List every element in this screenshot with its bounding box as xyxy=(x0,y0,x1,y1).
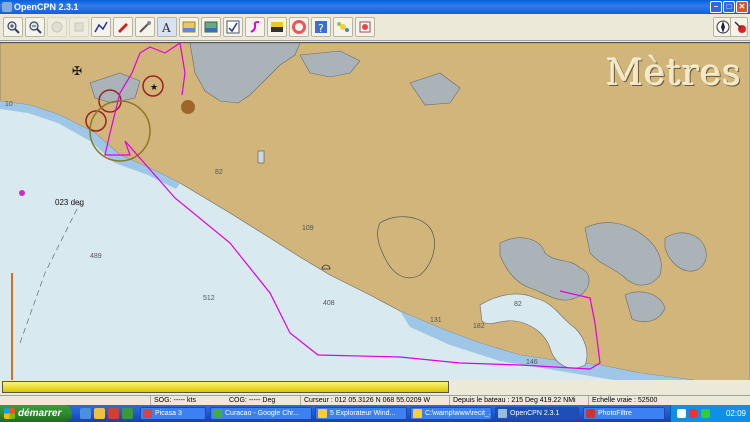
windows-taskbar: démarrer Picasa 3 Curacao - Google Chr...… xyxy=(0,405,750,422)
zoom-out-button[interactable] xyxy=(25,17,45,37)
minimize-button[interactable]: – xyxy=(710,1,722,13)
quicklaunch-icon[interactable] xyxy=(80,408,91,419)
status-bar: SOG: ----- kts COG: ----- Deg Curseur : … xyxy=(0,395,750,406)
clock: 02:09 xyxy=(725,409,746,418)
chart-progress-bar xyxy=(2,381,449,393)
taskbar-button-label: OpenCPN 2.3.1 xyxy=(510,410,560,417)
depth-sounding: 131 xyxy=(430,317,442,324)
depth-sounding: 489 xyxy=(90,253,102,260)
svg-text:✠: ✠ xyxy=(72,64,82,78)
print-icon xyxy=(359,21,371,33)
route-manager-button[interactable] xyxy=(223,17,243,37)
quicklaunch-icon[interactable] xyxy=(94,408,105,419)
compass-icon xyxy=(716,20,730,34)
tide-icon xyxy=(204,21,218,33)
windows-logo-icon xyxy=(4,408,15,419)
taskbar-button[interactable]: PhotoFiltre xyxy=(583,407,665,420)
tray-icon[interactable] xyxy=(677,409,686,418)
taskbar-button-label: PhotoFiltre xyxy=(598,410,632,417)
depth-sounding: 10 xyxy=(5,101,13,108)
svg-text:★: ★ xyxy=(150,83,158,93)
taskbar-button-label: Curacao - Google Chr... xyxy=(225,410,299,417)
main-toolbar: A ? xyxy=(0,14,750,41)
depth-sounding: 408 xyxy=(323,300,335,307)
scale-in-icon xyxy=(51,21,63,33)
taskbar-button[interactable]: C:\wamp\www\recit_... xyxy=(410,407,492,420)
settings-button[interactable] xyxy=(135,17,155,37)
text-button[interactable]: A xyxy=(157,17,177,37)
help-button[interactable]: ? xyxy=(311,17,331,37)
print-button[interactable] xyxy=(355,17,375,37)
opencpn-window: OpenCPN 2.3.1 – □ ✕ A ? ★ ✠ Mètres 023 d… xyxy=(0,0,750,422)
tray-icon[interactable] xyxy=(689,409,698,418)
ais-button[interactable] xyxy=(333,17,353,37)
title-bar[interactable]: OpenCPN 2.3.1 – □ ✕ xyxy=(0,0,750,14)
window-title: OpenCPN 2.3.1 xyxy=(14,2,79,12)
route-icon xyxy=(94,21,108,33)
svg-text:?: ? xyxy=(318,22,324,34)
settings-icon xyxy=(139,21,151,33)
depth-sounding: 146 xyxy=(526,359,538,366)
app-icon xyxy=(213,409,222,418)
quicklaunch-icon[interactable] xyxy=(122,408,133,419)
svg-text:A: A xyxy=(161,21,171,34)
scale-out-button[interactable] xyxy=(69,17,89,37)
tide-button[interactable] xyxy=(201,17,221,37)
taskbar-button[interactable]: OpenCPN 2.3.1 xyxy=(495,407,579,420)
taskbar-button-label: C:\wamp\www\recit_... xyxy=(425,410,492,417)
text-icon: A xyxy=(161,21,171,34)
gps-status-icon xyxy=(734,21,746,33)
color-scheme-icon xyxy=(271,22,283,32)
app-icon xyxy=(143,409,152,418)
start-label: démarrer xyxy=(18,408,62,419)
help-icon: ? xyxy=(315,21,327,34)
chart-canvas[interactable]: ★ ✠ Mètres 023 deg 82 109 489 512 408 13… xyxy=(0,42,750,380)
depth-sounding: 109 xyxy=(302,225,314,232)
depth-sounding: 182 xyxy=(473,323,485,330)
taskbar-button-label: 5 Explorateur Wind... xyxy=(330,410,396,417)
start-button[interactable]: démarrer xyxy=(0,405,72,422)
close-button[interactable]: ✕ xyxy=(736,1,748,13)
route-manager-icon xyxy=(226,20,240,34)
zoom-in-button[interactable] xyxy=(3,17,23,37)
scale-out-icon xyxy=(74,22,84,32)
app-icon xyxy=(498,409,507,418)
quicklaunch-icon[interactable] xyxy=(108,408,119,419)
system-tray: 02:09 xyxy=(670,405,750,422)
track-icon xyxy=(250,21,260,33)
bearing-label: 023 deg xyxy=(55,198,84,207)
progress-fill xyxy=(3,382,448,392)
current-button[interactable] xyxy=(179,17,199,37)
units-label: Mètres xyxy=(606,53,742,94)
follow-ship-icon xyxy=(118,23,128,33)
current-icon xyxy=(182,21,196,33)
depth-sounding: 82 xyxy=(215,169,223,176)
taskbar-button[interactable]: 5 Explorateur Wind... xyxy=(315,407,407,420)
taskbar-button[interactable]: Picasa 3 xyxy=(140,407,206,420)
taskbar-button[interactable]: Curacao - Google Chr... xyxy=(210,407,312,420)
gps-status-button[interactable] xyxy=(730,17,748,37)
zoom-out-icon xyxy=(29,21,42,34)
depth-sounding: 82 xyxy=(514,301,522,308)
track-button[interactable] xyxy=(245,17,265,37)
depth-sounding: 512 xyxy=(203,295,215,302)
zoom-in-icon xyxy=(7,21,20,34)
mob-icon xyxy=(292,20,306,34)
mob-button[interactable] xyxy=(289,17,309,37)
ais-icon xyxy=(337,22,349,32)
app-icon xyxy=(318,409,327,418)
tray-icon[interactable] xyxy=(701,409,710,418)
taskbar-button-label: Picasa 3 xyxy=(155,410,182,417)
app-icon xyxy=(2,2,12,12)
maximize-button[interactable]: □ xyxy=(723,1,735,13)
app-icon xyxy=(413,409,422,418)
follow-ship-button[interactable] xyxy=(113,17,133,37)
color-scheme-button[interactable] xyxy=(267,17,287,37)
scale-in-button[interactable] xyxy=(47,17,67,37)
app-icon xyxy=(586,409,595,418)
route-button[interactable] xyxy=(91,17,111,37)
